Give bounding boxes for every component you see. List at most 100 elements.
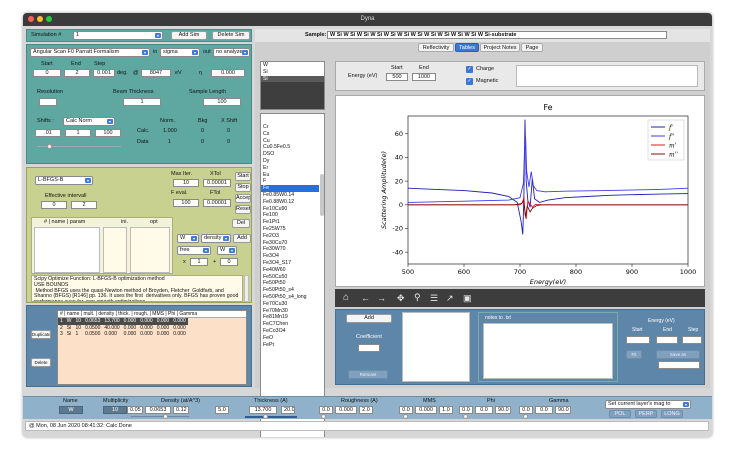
optimizer-method-select[interactable]: L-BFGS-B ▾ bbox=[35, 176, 93, 185]
maximize-window-button[interactable] bbox=[46, 16, 52, 22]
scattering-chart[interactable]: 500 600 700 800 900 1000 -40 -20 0 20 40 60 Fe Energy… bbox=[336, 96, 704, 286]
ftol-field[interactable]: 0.00001 bbox=[203, 199, 231, 207]
element-list-scrollbar[interactable] bbox=[320, 174, 324, 216]
effective-interval-lower-field[interactable]: 0 bbox=[41, 201, 67, 209]
density-field[interactable]: 0.0653 bbox=[145, 406, 171, 414]
add-param-button[interactable]: Add bbox=[233, 234, 251, 243]
out-analyzer-select[interactable]: no analyzer ▾ bbox=[213, 48, 250, 57]
resolution-field[interactable] bbox=[39, 98, 57, 106]
thickness-field[interactable]: 13.700 bbox=[249, 406, 277, 414]
energy-right-start-field[interactable] bbox=[626, 336, 650, 344]
in-polarization-select[interactable]: sigma ▾ bbox=[160, 48, 200, 57]
add-sim-button[interactable]: Add Sim bbox=[171, 31, 207, 40]
energy-start-field[interactable]: 500 bbox=[386, 73, 408, 81]
list-item[interactable]: Fe0.88W0.12 bbox=[261, 199, 319, 206]
series-line[interactable] bbox=[407, 119, 689, 235]
perp-button[interactable]: PERP bbox=[635, 410, 657, 418]
effective-interval-upper-field[interactable]: 2 bbox=[71, 201, 97, 209]
back-icon[interactable]: ← bbox=[361, 292, 370, 304]
list-item[interactable]: W bbox=[261, 62, 324, 69]
shifts-mode-select[interactable]: Calc Norm ▾ bbox=[63, 117, 115, 126]
param-property-select[interactable]: density ▾ bbox=[201, 234, 231, 243]
phi-slider-handle[interactable] bbox=[463, 414, 468, 419]
formalism-select[interactable]: Angular Scan F0 Parratt Formalism ▾ bbox=[30, 48, 150, 57]
list-item[interactable]: Fe70Cu30 bbox=[261, 301, 319, 308]
tab-tables[interactable]: Tables bbox=[455, 43, 479, 52]
list-item[interactable]: Fe40W60 bbox=[261, 267, 319, 274]
list-item[interactable]: Fe25W75 bbox=[261, 226, 319, 233]
minimize-window-button[interactable] bbox=[37, 16, 43, 22]
remove-atom-button[interactable]: Remove bbox=[348, 370, 388, 379]
list-item[interactable]: Cu bbox=[261, 138, 319, 145]
list-item[interactable]: Fe bbox=[261, 185, 319, 192]
list-item[interactable]: Fe50Pt50 bbox=[261, 280, 319, 287]
magnetic-checkbox[interactable]: ✓ bbox=[466, 78, 473, 85]
mms-min-field[interactable]: 0.0 bbox=[399, 406, 413, 414]
max-iter-field[interactable]: 10 bbox=[173, 179, 199, 187]
fevel-field[interactable]: 100 bbox=[173, 199, 199, 207]
optimizer-log-scrollbar[interactable] bbox=[244, 275, 249, 302]
start-optimizer-button[interactable]: Start bbox=[235, 172, 251, 181]
offset-field[interactable]: 0 bbox=[220, 258, 238, 266]
list-item[interactable]: Si bbox=[261, 69, 324, 76]
xtol-field[interactable]: 0.00001 bbox=[203, 179, 231, 187]
sample-field[interactable]: W Si W Si W Si W Si W Si W Si W Si W Si … bbox=[327, 31, 667, 39]
density-slider[interactable] bbox=[131, 416, 189, 417]
list-item[interactable]: Cu0.5Fe0.5 bbox=[261, 144, 319, 151]
list-item[interactable]: Fe2O3 bbox=[261, 233, 319, 240]
element-library-list[interactable]: Cr Cs Cu Cu0.5Fe0.5 DSO Dy Er Eu F Fe Fe0.85W0.14 F… bbox=[260, 113, 325, 437]
param-mode-select[interactable]: free ▾ bbox=[177, 246, 211, 255]
delete-layer-button[interactable]: Delete bbox=[31, 358, 51, 367]
thickness-slider[interactable] bbox=[245, 416, 297, 418]
list-item[interactable]: Fe30W70 bbox=[261, 246, 319, 253]
set-mag-select[interactable]: Set current layer's mag to ▾ bbox=[605, 400, 691, 409]
list-item[interactable]: Fe3O4_S17 bbox=[261, 260, 319, 267]
roughness-field[interactable]: 0.000 bbox=[335, 406, 357, 414]
duplicate-layer-button[interactable]: Duplicate bbox=[31, 330, 51, 339]
scan-step-field[interactable]: 0.001 bbox=[93, 69, 115, 77]
list-item[interactable]: Fe1Pt1 bbox=[261, 219, 319, 226]
notes-textbox[interactable] bbox=[483, 323, 613, 379]
roughness-min-field[interactable]: 0.0 bbox=[319, 406, 333, 414]
list-item[interactable]: Fe10Cu90 bbox=[261, 206, 319, 213]
pol-button[interactable]: POL bbox=[609, 410, 631, 418]
phi-field[interactable]: 0.0 bbox=[475, 406, 493, 414]
list-item[interactable]: Fe50Pt50_s4_long bbox=[261, 294, 319, 301]
home-icon[interactable]: ⌂ bbox=[343, 292, 349, 304]
zoom-icon[interactable]: ⚲ bbox=[414, 291, 421, 303]
configure-icon[interactable]: ☰ bbox=[430, 292, 438, 304]
phi-max-field[interactable]: 90.0 bbox=[495, 406, 511, 414]
list-item[interactable]: FePt bbox=[261, 342, 319, 349]
save-as-button[interactable]: Save as bbox=[656, 350, 700, 359]
save-icon[interactable]: ▣ bbox=[463, 292, 472, 304]
tab-project-notes[interactable]: Project Notes bbox=[480, 43, 520, 52]
shift-norm-field[interactable]: 1 bbox=[65, 129, 91, 137]
long-button[interactable]: LONG bbox=[661, 410, 683, 418]
pan-icon[interactable]: ✥ bbox=[397, 292, 405, 304]
eta-field[interactable]: 0.000 bbox=[211, 69, 245, 77]
gamma-min-field[interactable]: 0.0 bbox=[519, 406, 533, 414]
param-list[interactable] bbox=[34, 227, 100, 273]
ini-list[interactable] bbox=[103, 227, 127, 273]
coefficient-field[interactable] bbox=[358, 344, 380, 352]
list-item[interactable]: Cr bbox=[261, 124, 319, 131]
phi-min-field[interactable]: 0.0 bbox=[459, 406, 473, 414]
list-item[interactable]: Dy bbox=[261, 158, 319, 165]
list-item[interactable]: F bbox=[261, 178, 319, 185]
param-mode-layer-select[interactable]: W ▾ bbox=[217, 246, 237, 255]
multiplicity-field[interactable]: 10 bbox=[103, 406, 127, 414]
list-item[interactable]: Fe30Cu70 bbox=[261, 240, 319, 247]
thickness-min-field[interactable]: 5.0 bbox=[215, 406, 229, 414]
roughness-max-field[interactable]: 2.0 bbox=[359, 406, 373, 414]
add-atom-button[interactable]: Add bbox=[346, 314, 392, 323]
list-item[interactable]: Fe0.85W0.14 bbox=[261, 192, 319, 199]
stop-optimizer-button[interactable]: Stop bbox=[235, 183, 251, 192]
list-item[interactable]: Si bbox=[261, 75, 324, 83]
shift-range-field[interactable]: 100 bbox=[95, 129, 121, 137]
density-min-field[interactable]: 0.05 bbox=[127, 406, 143, 414]
list-item[interactable]: DSO bbox=[261, 151, 319, 158]
list-item[interactable]: FeO bbox=[261, 335, 319, 342]
sample-length-field[interactable]: 100 bbox=[203, 98, 241, 106]
shift-slider-handle[interactable] bbox=[47, 144, 52, 149]
thickness-slider-handle[interactable] bbox=[263, 414, 268, 419]
